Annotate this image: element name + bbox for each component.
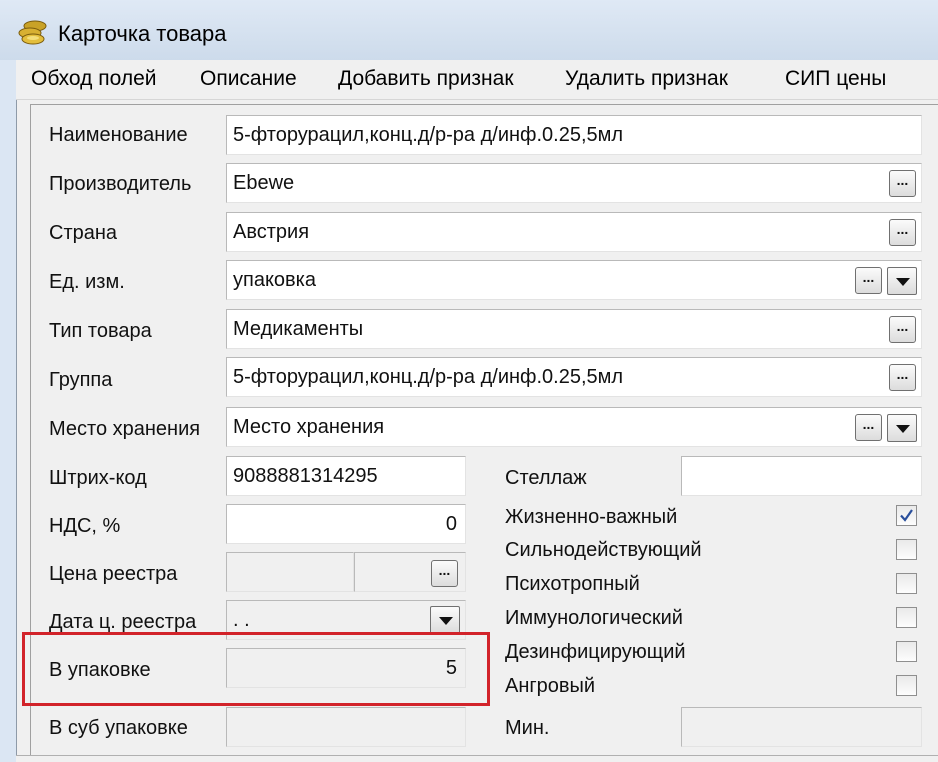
storage-dropdown-button[interactable] <box>887 414 917 442</box>
unit-label: Ед. изм. <box>49 271 125 293</box>
menu-item-traverse-fields[interactable]: Обход полей <box>31 67 157 91</box>
flag-label-angro: Ангровый <box>505 675 596 697</box>
name-label: Наименование <box>49 124 188 146</box>
manufacturer-browse-button[interactable]: ... <box>889 170 916 197</box>
flag-label-psychotropic: Психотропный <box>505 573 640 595</box>
flag-checkbox-psychotropic[interactable] <box>896 573 917 594</box>
checkmark-icon <box>900 509 913 522</box>
menu-item-sip-prices[interactable]: СИП цены <box>785 67 886 91</box>
storage-browse-button[interactable]: ... <box>855 414 882 441</box>
country-browse-button[interactable]: ... <box>889 219 916 246</box>
product-type-browse-button[interactable]: ... <box>889 316 916 343</box>
registry-date-dropdown-button[interactable] <box>430 606 460 634</box>
registry-price-field[interactable] <box>226 552 354 592</box>
chevron-down-icon <box>896 425 910 433</box>
rack-field[interactable] <box>681 456 922 496</box>
highlight-frame <box>22 632 490 706</box>
min-field[interactable] <box>681 707 922 747</box>
group-label: Группа <box>49 369 113 391</box>
window-bottom-edge <box>16 755 938 762</box>
product-type-label: Тип товара <box>49 320 152 342</box>
chevron-down-icon <box>439 617 453 625</box>
window-title: Карточка товара <box>58 21 227 46</box>
product-type-field[interactable]: Медикаменты <box>226 309 922 349</box>
in-subpackage-label: В суб упаковке <box>49 717 188 739</box>
group-browse-button[interactable]: ... <box>889 364 916 391</box>
menu-bar: Обход полей Описание Добавить признак Уд… <box>16 60 938 100</box>
country-field[interactable]: Австрия <box>226 212 922 252</box>
flag-label-disinfectant: Дезинфицирующий <box>505 641 686 663</box>
rack-label: Стеллаж <box>505 467 587 489</box>
flag-checkbox-vital[interactable] <box>896 505 917 526</box>
coins-icon <box>18 20 47 45</box>
in-subpackage-field[interactable] <box>226 707 466 747</box>
registry-price-label: Цена реестра <box>49 563 178 585</box>
country-label: Страна <box>49 222 118 244</box>
flag-checkbox-disinfectant[interactable] <box>896 641 917 662</box>
menu-item-add-attribute[interactable]: Добавить признак <box>338 67 514 91</box>
flag-checkbox-angro[interactable] <box>896 675 917 696</box>
vat-field[interactable]: 0 <box>226 504 466 544</box>
name-field[interactable]: 5-фторурацил,конц.д/р-ра д/инф.0.25,5мл <box>226 115 922 155</box>
flag-checkbox-potent[interactable] <box>896 539 917 560</box>
manufacturer-field[interactable]: Ebewe <box>226 163 922 203</box>
menu-item-delete-attribute[interactable]: Удалить признак <box>565 67 728 91</box>
vat-label: НДС, % <box>49 515 121 537</box>
group-field[interactable]: 5-фторурацил,конц.д/р-ра д/инф.0.25,5мл <box>226 357 922 397</box>
title-bar: Карточка товара <box>0 0 938 60</box>
unit-dropdown-button[interactable] <box>887 267 917 295</box>
unit-field[interactable]: упаковка <box>226 260 922 300</box>
flag-checkbox-immunological[interactable] <box>896 607 917 628</box>
registry-price-browse-button[interactable]: ... <box>431 560 458 587</box>
min-label: Мин. <box>505 717 550 739</box>
flag-label-immunological: Иммунологический <box>505 607 683 629</box>
flag-label-potent: Сильнодействующий <box>505 539 702 561</box>
manufacturer-label: Производитель <box>49 173 192 195</box>
storage-label: Место хранения <box>49 418 201 440</box>
chevron-down-icon <box>896 278 910 286</box>
unit-browse-button[interactable]: ... <box>855 267 882 294</box>
barcode-field[interactable]: 9088881314295 <box>226 456 466 496</box>
menu-item-description[interactable]: Описание <box>200 67 297 91</box>
registry-date-label: Дата ц. реестра <box>49 611 197 633</box>
barcode-label: Штрих-код <box>49 467 147 489</box>
storage-field[interactable]: Место хранения <box>226 407 922 447</box>
flag-label-vital: Жизненно-важный <box>505 506 678 528</box>
